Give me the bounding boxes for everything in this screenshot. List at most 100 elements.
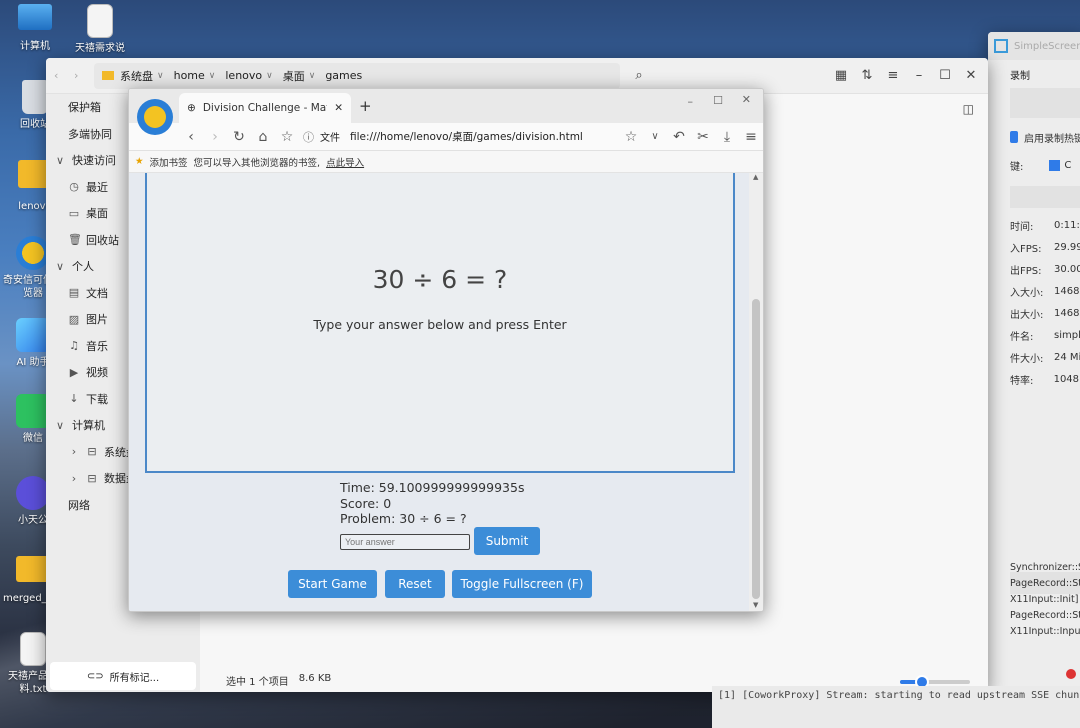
stat-value: 0:11:1: [1054, 219, 1080, 231]
recorder-stat-row: 时间: 0:11:1: [988, 214, 1080, 236]
log-line: PageRecord::Sta: [1010, 610, 1080, 621]
stat-key: 件名:: [1010, 331, 1034, 343]
recorder-titlebar: SimpleScreen: [988, 32, 1080, 60]
minimize-icon[interactable]: –: [906, 63, 932, 89]
desktop-icon-computer[interactable]: 计算机: [5, 4, 65, 53]
browser-tabbar: ⊕ Division Challenge - Math Game ✕ + – ☐…: [129, 89, 763, 135]
crumb-label: games: [325, 69, 363, 82]
recorder-stat-row: 出大小: 1468x: [988, 302, 1080, 324]
close-tab-icon[interactable]: ✕: [334, 102, 343, 114]
record-dot-icon[interactable]: [1066, 669, 1076, 679]
globe-icon: ⊕: [187, 102, 196, 114]
scroll-down-icon[interactable]: ▼: [753, 601, 758, 609]
browser-window: ⊕ Division Challenge - Math Game ✕ + – ☐…: [128, 88, 764, 612]
maximize-icon[interactable]: ☐: [713, 94, 723, 107]
forward-icon[interactable]: ›: [74, 69, 94, 82]
chevron-down-icon: ∨: [55, 153, 65, 167]
close-icon[interactable]: ✕: [742, 93, 751, 106]
info-icon: ⓘ: [303, 130, 314, 144]
folder-icon: [102, 71, 114, 80]
browser-logo-icon: [137, 99, 173, 135]
video-icon: ▶: [69, 365, 79, 379]
log-line: X11Input::Input: [1010, 626, 1080, 637]
page-scrollbar[interactable]: ▲ ▼: [749, 173, 763, 611]
game-stats: Time: 59.100999999999935s Score: 0 Probl…: [340, 480, 524, 527]
tab-record[interactable]: 录制: [988, 60, 1080, 88]
minimize-icon[interactable]: –: [688, 95, 694, 108]
home-icon[interactable]: ⌂: [251, 129, 275, 145]
menu-icon[interactable]: ≡: [880, 63, 906, 89]
hotkey-row[interactable]: 启用录制热键: [988, 126, 1080, 148]
tab-label: 录制: [1010, 70, 1030, 82]
desktop-icon-label: 天禧需求说: [75, 43, 125, 54]
section-label: 计算机: [72, 419, 105, 433]
start-game-button[interactable]: Start Game: [288, 570, 377, 598]
reload-icon[interactable]: ↻: [227, 129, 251, 145]
desktop-icon-label: AI 助手: [16, 357, 50, 368]
back-icon[interactable]: ‹: [179, 129, 203, 145]
bookmark-label: 添加书签: [149, 157, 188, 169]
bookmark-star-icon[interactable]: ☆: [619, 129, 643, 145]
chevron-down-icon: ∨: [55, 259, 65, 273]
recorder-window: SimpleScreen 录制 启用录制热键 键: C 时间: 0:11:1 入FP…: [988, 32, 1080, 692]
scroll-up-icon[interactable]: ▲: [753, 173, 758, 181]
toggle-fullscreen-button[interactable]: Toggle Fullscreen (F): [452, 570, 592, 598]
zoom-slider[interactable]: [900, 675, 970, 689]
breadcrumb-item-home[interactable]: home ∨: [174, 69, 216, 82]
section-label: 个人: [72, 260, 94, 274]
breadcrumb-item-games[interactable]: games: [325, 69, 362, 82]
search-icon[interactable]: ⌕: [626, 63, 652, 89]
breadcrumb-item-lenovo[interactable]: lenovo ∨: [225, 69, 272, 82]
new-tab-icon[interactable]: +: [359, 97, 372, 115]
sidebar-item-label: 桌面: [86, 207, 108, 221]
sidebar-item-label: 文档: [86, 286, 108, 300]
breadcrumb-item-system[interactable]: 系统盘 ∨: [120, 68, 164, 84]
chevron-down-icon[interactable]: ∨: [643, 131, 667, 142]
key-label: 键:: [1010, 161, 1024, 173]
star-icon[interactable]: ☆: [275, 129, 299, 145]
all-tags-button[interactable]: ⊂⊃ 所有标记...: [50, 662, 196, 690]
sort-icon[interactable]: ⇅: [854, 63, 880, 89]
forward-icon[interactable]: ›: [203, 129, 227, 145]
stat-key: 时间:: [1010, 221, 1034, 233]
url-input[interactable]: file:///home/lenovo/桌面/games/division.ht…: [350, 129, 619, 144]
key-row: 键: C: [988, 154, 1080, 176]
document-icon: [87, 4, 113, 38]
grid-view-icon[interactable]: ▦: [828, 63, 854, 89]
chevron-down-icon: ∨: [266, 70, 273, 81]
tab-division-challenge[interactable]: ⊕ Division Challenge - Math Game ✕: [179, 93, 351, 123]
sidebar-item-label: 最近: [86, 180, 108, 194]
reset-button[interactable]: Reset: [385, 570, 445, 598]
checkbox-icon[interactable]: [1049, 159, 1061, 171]
maximize-icon[interactable]: ☐: [932, 63, 958, 89]
answer-input[interactable]: [340, 534, 470, 550]
recorder-log: Synchronizer::SyPageRecord::StaX11Input:…: [1010, 562, 1080, 642]
terminal-line: [1] [CoworkProxy] Stream: starting to re…: [718, 690, 1080, 701]
download-icon[interactable]: ⤓: [715, 129, 739, 145]
stat-value: 1048 k: [1053, 373, 1080, 385]
close-icon[interactable]: ✕: [958, 63, 984, 89]
stat-value: 1468x: [1054, 307, 1080, 319]
crumb-label: 桌面: [282, 69, 305, 83]
document-icon: ▤: [68, 286, 80, 300]
app-icon: [16, 476, 50, 510]
undo-icon[interactable]: ↶: [667, 129, 691, 145]
stat-value: 29.99: [1054, 241, 1080, 253]
menu-icon[interactable]: ≡: [739, 129, 763, 145]
detail-panel-icon[interactable]: ◫: [963, 102, 974, 116]
breadcrumb-item-desktop[interactable]: 桌面 ∨: [283, 68, 316, 84]
scrollbar-thumb[interactable]: [752, 299, 760, 599]
back-icon[interactable]: ‹: [54, 69, 74, 82]
desktop-icon-txt[interactable]: 天禧需求说: [70, 4, 130, 55]
log-line: X11Input::Init] U: [1010, 594, 1080, 605]
sidebar-item-label: 保护箱: [68, 101, 101, 115]
desktop-icon-label: 计算机: [20, 41, 50, 52]
clock-icon: ◷: [69, 180, 79, 194]
app-icon: [994, 39, 1008, 53]
bookmark-hint: 您可以导入其他浏览器的书签,: [193, 157, 321, 169]
star-icon: ★: [135, 156, 144, 167]
chevron-down-icon: ∨: [308, 70, 316, 81]
submit-button[interactable]: Submit: [474, 527, 540, 555]
import-link[interactable]: 点此导入: [326, 155, 364, 169]
cut-icon[interactable]: ✂: [691, 129, 715, 145]
